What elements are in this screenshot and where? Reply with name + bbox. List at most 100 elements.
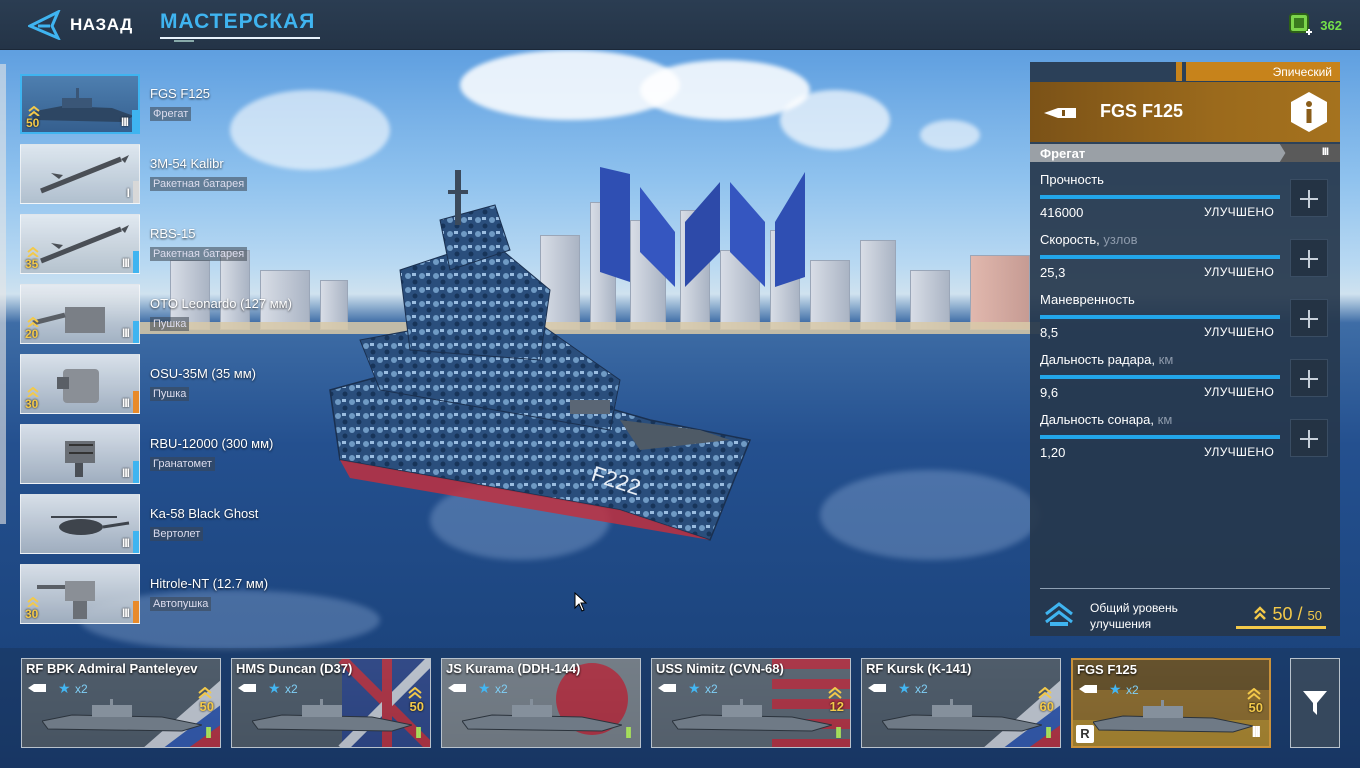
upgrade-plus-button[interactable]	[1290, 179, 1328, 217]
ship-card[interactable]: JS Kurama (DDH-144) ★ x2 II	[441, 658, 641, 748]
star-icon: ★	[898, 680, 911, 696]
ship-stats-panel: Эпический FGS F125 Фрегат III Прочность …	[1030, 62, 1340, 636]
upgrade-plus-button[interactable]	[1290, 299, 1328, 337]
stat-bar	[1040, 435, 1280, 439]
filter-icon	[1303, 691, 1327, 715]
ship-card[interactable]: USS Nimitz (CVN-68) ★ x2 12 II	[651, 658, 851, 748]
equipment-thumbnail: 20 III	[20, 284, 140, 344]
stat-row: Скорость, узлов 25,3 УЛУЧШЕНО	[1040, 232, 1340, 290]
ship-card[interactable]: FGS F125 ★ x2 50 III R	[1071, 658, 1271, 748]
equipment-thumbnail: 30 III	[20, 564, 140, 624]
ship-card[interactable]: RF BPK Admiral Panteleyev ★ x2 50 II	[21, 658, 221, 748]
info-icon[interactable]	[1288, 91, 1330, 133]
level-chevron-icon	[27, 387, 39, 397]
equipment-thumbnail: I	[20, 144, 140, 204]
equipment-level: 20	[25, 327, 39, 341]
ship-card[interactable]: HMS Duncan (D37) ★ x2 50 II	[231, 658, 431, 748]
upgrade-plus-button[interactable]	[1290, 239, 1328, 277]
ship-class-icon	[658, 684, 676, 692]
ship-card-level: 50	[199, 699, 214, 714]
cloud	[920, 120, 980, 150]
equipment-item[interactable]: 30 III OSU-35M (35 мм) Пушка	[20, 354, 420, 414]
ship-card-multiplier: x2	[495, 682, 508, 696]
currency-display[interactable]: 362	[1288, 12, 1342, 38]
tab-workshop[interactable]: МАСТЕРСКАЯ	[160, 10, 315, 34]
ship-card-tier: II	[1045, 725, 1052, 742]
stat-bar-fill	[1040, 435, 1280, 439]
stat-label: Маневренность	[1040, 292, 1135, 307]
level-underline	[1236, 626, 1326, 629]
ship-silhouette	[42, 699, 202, 732]
ship-tier: III	[1321, 146, 1329, 158]
stat-status: УЛУЧШЕНО	[1204, 205, 1275, 219]
stat-unit: узлов	[1103, 232, 1138, 247]
equipment-tier: III	[120, 115, 129, 129]
equipment-tier: III	[121, 606, 130, 620]
equipment-thumbnail: 30 III	[20, 354, 140, 414]
tab-indicator	[174, 40, 194, 42]
upgrade-plus-button[interactable]	[1290, 359, 1328, 397]
filter-button[interactable]	[1290, 658, 1340, 748]
equipment-item[interactable]: I 3M-54 Kalibr Ракетная батарея	[20, 144, 420, 204]
equipment-type: Пушка	[150, 317, 190, 331]
equipment-item[interactable]: 30 III Hitrole-NT (12.7 мм) Автопушка	[20, 564, 420, 624]
level-chevron-icon	[1247, 688, 1261, 700]
equipment-type: Фрегат	[150, 107, 192, 121]
ship-class-icon	[28, 684, 46, 692]
equipment-item[interactable]: 35 III RBS-15 Ракетная батарея	[20, 214, 420, 274]
equipment-type: Гранатомет	[150, 457, 215, 471]
missile-icon	[40, 155, 129, 194]
equipment-item[interactable]: 50 III FGS F125 Фрегат	[20, 74, 420, 134]
equipment-item[interactable]: III RBU-12000 (300 мм) Гранатомет	[20, 424, 420, 484]
stat-label-text: Скорость,	[1040, 232, 1100, 247]
rank-color-bar	[133, 251, 139, 273]
ship-card-tier: II	[835, 725, 842, 742]
rank-color-bar	[133, 601, 139, 623]
ship-card-level: 50	[1248, 700, 1263, 715]
equipment-name: FGS F125	[150, 86, 210, 101]
stat-status: УЛУЧШЕНО	[1204, 265, 1275, 279]
ship-card-title: RF Kursk (K-141)	[866, 661, 972, 676]
stat-status: УЛУЧШЕНО	[1204, 445, 1275, 459]
tab-underline	[160, 37, 320, 39]
equipment-tier: I	[126, 186, 131, 200]
rank-color-bar	[132, 110, 138, 132]
equipment-thumbnail: 35 III	[20, 214, 140, 274]
stat-value: 416000	[1040, 205, 1084, 220]
ship-silhouette	[252, 699, 412, 732]
equipment-item[interactable]: 20 III OTO Leonardo (127 мм) Пушка	[20, 284, 420, 344]
ship-card[interactable]: RF Kursk (K-141) ★ x2 60 II	[861, 658, 1061, 748]
equipment-name: Hitrole-NT (12.7 мм)	[150, 576, 269, 591]
ship-card-title: USS Nimitz (CVN-68)	[656, 661, 784, 676]
stat-label: Прочность	[1040, 172, 1104, 187]
ship-class-icon	[868, 684, 886, 692]
stat-row: Маневренность 8,5 УЛУЧШЕНО	[1040, 292, 1340, 350]
equipment-name: Ka-58 Black Ghost	[150, 506, 259, 521]
equipment-name: OTO Leonardo (127 мм)	[150, 296, 292, 311]
scroll-indicator[interactable]	[0, 64, 6, 524]
ship-card-multiplier: x2	[1126, 683, 1139, 697]
top-bar: НАЗАД МАСТЕРСКАЯ 362	[0, 0, 1360, 50]
ship-class-row: Фрегат III	[1030, 144, 1340, 162]
mouse-cursor-icon	[574, 592, 588, 612]
equipment-item[interactable]: III Ka-58 Black Ghost Вертолет	[20, 494, 420, 554]
overall-level-max: 50	[1307, 608, 1322, 623]
upgrade-plus-button[interactable]	[1290, 419, 1328, 457]
ship-card-multiplier: x2	[285, 682, 298, 696]
ship-card-multiplier: x2	[75, 682, 88, 696]
equipment-name: RBS-15	[150, 226, 196, 241]
rarity-label: Эпический	[1272, 65, 1332, 79]
level-chevron-icon	[828, 687, 842, 699]
level-chevron-icon	[408, 687, 422, 699]
back-button[interactable]: НАЗАД	[28, 8, 133, 42]
star-icon: ★	[1109, 681, 1122, 697]
stat-value: 25,3	[1040, 265, 1066, 280]
ship-card-title: HMS Duncan (D37)	[236, 661, 353, 676]
overall-level-separator: /	[1297, 604, 1303, 624]
equipment-tier: III	[121, 256, 130, 270]
star-icon: ★	[58, 680, 71, 696]
level-chevron-icon	[27, 247, 39, 257]
stat-bar	[1040, 375, 1280, 379]
overall-upgrade-level: 50 / 50	[1253, 604, 1322, 625]
ship-card-multiplier: x2	[915, 682, 928, 696]
